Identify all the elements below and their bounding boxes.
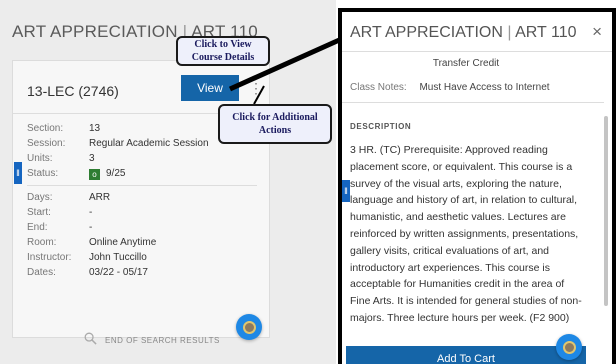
callout-view-details: Click to View Course Details bbox=[176, 36, 270, 66]
collapse-tab-icon[interactable]: ‖ bbox=[342, 180, 350, 202]
description-heading: DESCRIPTION bbox=[350, 122, 412, 131]
detail-divider bbox=[342, 102, 604, 103]
close-icon[interactable]: × bbox=[592, 22, 602, 42]
help-fab-icon[interactable] bbox=[556, 334, 582, 360]
scrollbar[interactable] bbox=[604, 116, 608, 306]
class-notes: Class Notes: Must Have Access to Interne… bbox=[350, 82, 550, 93]
course-code: ART 110 bbox=[515, 24, 577, 41]
add-to-cart-button[interactable]: Add To Cart bbox=[346, 346, 586, 364]
course-name: ART APPRECIATION bbox=[350, 24, 503, 41]
transfer-credit: Transfer Credit bbox=[432, 58, 500, 69]
detail-header: ART APPRECIATION | ART 110 × bbox=[342, 12, 612, 52]
header-separator: | bbox=[507, 24, 512, 41]
course-detail-panel: ART APPRECIATION | ART 110 × Transfer Cr… bbox=[338, 8, 616, 364]
detail-title: ART APPRECIATION | ART 110 bbox=[350, 24, 576, 42]
fab-emblem-icon bbox=[562, 340, 576, 354]
callout-additional-actions: Click for Additional Actions bbox=[218, 104, 332, 144]
description-text: 3 HR. (TC) Prerequisite: Approved readin… bbox=[350, 144, 582, 324]
class-notes-label: Class Notes: bbox=[350, 82, 407, 93]
class-notes-value: Must Have Access to Internet bbox=[419, 82, 550, 93]
